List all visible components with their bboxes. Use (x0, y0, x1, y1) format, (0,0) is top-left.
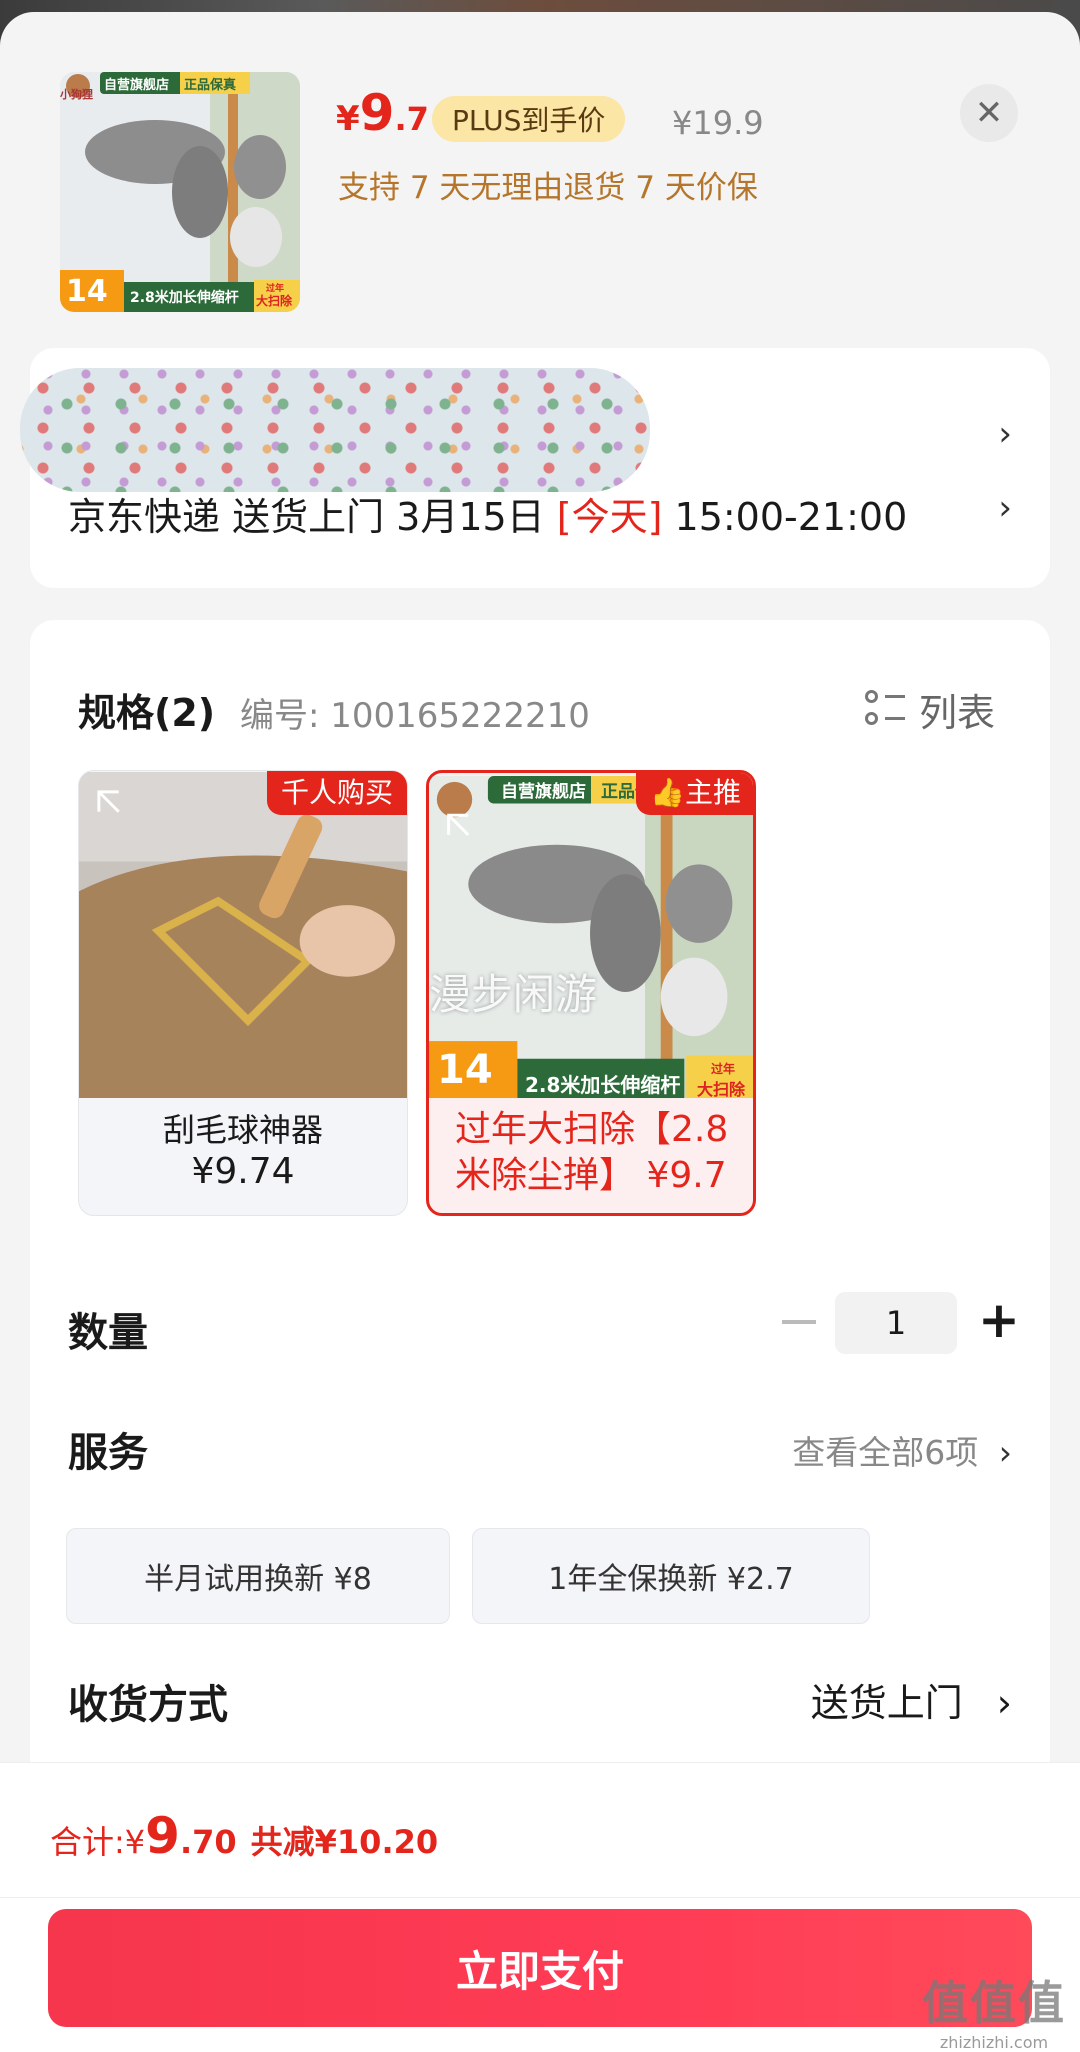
list-toggle-label: 列表 (919, 691, 996, 735)
thumb-genuine-badge: 正品保真 (184, 78, 237, 93)
purchase-sheet: 小狗狸 自营旗舰店 正品保真 14 2.8米加长伸缩杆 过年 大扫除 ¥ 9 .… (0, 12, 1080, 2052)
chevron-right-icon: › (996, 1681, 1012, 1725)
plus-price-badge: PLUS到手价 (432, 96, 626, 142)
list-view-toggle[interactable]: 列表 (865, 682, 995, 737)
delivery-info[interactable]: 京东快递 送货上门 3月15日 [今天] 15:00-21:00 (68, 486, 907, 541)
thumb-promo: 大扫除 (256, 294, 293, 308)
total-integer: 9 (145, 1807, 180, 1865)
thumbs-up-icon: 👍 (650, 776, 685, 809)
option-tag: 千人购买 (266, 771, 407, 815)
product-thumbnail[interactable]: 小狗狸 自营旗舰店 正品保真 14 2.8米加长伸缩杆 过年 大扫除 (60, 72, 300, 312)
product-price: ¥ 9 .7 (336, 84, 429, 142)
option-tag-label: 主推 (684, 776, 741, 809)
option-name: 刮毛球神器 (162, 1111, 323, 1149)
close-button[interactable]: ✕ (960, 84, 1018, 142)
option-image-caption: 2.8米加长伸缩杆 (525, 1073, 681, 1097)
chevron-right-icon: › (998, 1433, 1012, 1472)
watermark-url: zhizhizhi.com (939, 2033, 1049, 2052)
quantity-decrement-button[interactable] (782, 1320, 816, 1324)
pay-now-button[interactable]: 立即支付 (48, 1909, 1032, 2027)
delivery-today: [今天] (556, 495, 663, 539)
close-icon: ✕ (974, 93, 1004, 133)
service-chip-trial[interactable]: 半月试用换新 ¥8 (66, 1528, 450, 1624)
product-code: 编号: 100165222210 (240, 696, 590, 736)
receive-method-selector[interactable]: 送货上门 › (811, 1672, 1012, 1727)
chevron-right-icon: › (998, 488, 1012, 528)
price-decimal: .7 (394, 100, 429, 138)
receive-method-value: 送货上门 (810, 1681, 963, 1725)
checkout-bar: 合计: ¥ 9 .70 共减¥10.20 立即支付 值值值 zhizhizhi.… (0, 1762, 1080, 2052)
image-watermark: 漫步闲游 (429, 970, 598, 1019)
delivery-time: 15:00-21:00 (662, 495, 908, 539)
option-price-tag: 14 (437, 1047, 493, 1093)
spec-option-lint-remover[interactable]: 千人购买 刮毛球神器 ¥9.74 (78, 770, 408, 1216)
option-promo-small: 过年 (711, 1062, 736, 1076)
quantity-increment-button[interactable]: + (978, 1290, 1020, 1350)
thumb-brand: 小狗狸 (60, 88, 93, 101)
watermark-logo: 值值值 (922, 1976, 1066, 2030)
total-discount: 共减¥10.20 (250, 1823, 439, 1861)
receive-method-label: 收货方式 (68, 1682, 228, 1728)
divider (0, 1897, 1080, 1898)
option-label: 过年大扫除【2.8米除尘掸】 ¥9.7 (455, 1109, 729, 1196)
thumb-price-tag: 14 (66, 274, 108, 309)
site-watermark: 值值值 zhizhizhi.com (922, 1967, 1066, 2052)
total-decimal: .70 (179, 1823, 237, 1861)
original-price: ¥19.9 (672, 104, 764, 142)
spec-option-duster[interactable]: 自营旗舰店 正品保真 14 2.8米加长伸缩杆 过年 大扫除 👍主推 漫步闲游 … (426, 770, 756, 1216)
option-promo: 大扫除 (697, 1080, 746, 1099)
option-tag: 👍主推 (636, 773, 753, 815)
price-integer: 9 (359, 84, 395, 142)
thumb-caption: 2.8米加长伸缩杆 (130, 290, 239, 306)
option-image (79, 771, 407, 1099)
delivery-prefix: 京东快递 送货上门 3月15日 (68, 495, 557, 539)
total-label: 合计: (50, 1823, 125, 1861)
list-icon (865, 689, 905, 730)
service-view-all[interactable]: 查看全部6项 › (792, 1426, 1012, 1474)
quantity-input[interactable]: 1 (835, 1292, 957, 1354)
order-total: 合计: ¥ 9 .70 共减¥10.20 (50, 1807, 438, 1865)
option-store-badge: 自营旗舰店 (501, 782, 586, 802)
chevron-right-icon: › (998, 414, 1012, 454)
option-price: ¥9.74 (191, 1151, 295, 1192)
return-guarantee: 支持 7 天无理由退货 7 天价保 (338, 170, 758, 206)
price-currency: ¥ (336, 99, 360, 139)
address-redacted (20, 368, 650, 492)
address-card[interactable]: › 京东快递 送货上门 3月15日 [今天] 15:00-21:00 › (20, 348, 1050, 588)
service-label: 服务 (68, 1430, 148, 1476)
service-chip-warranty[interactable]: 1年全保换新 ¥2.7 (472, 1528, 870, 1624)
option-label: 刮毛球神器 ¥9.74 (79, 1109, 407, 1193)
total-currency: ¥ (124, 1823, 146, 1861)
quantity-label: 数量 (68, 1310, 148, 1356)
thumb-store-badge: 自营旗舰店 (104, 78, 170, 93)
service-view-all-label: 查看全部6项 (792, 1433, 979, 1472)
spec-title: 规格(2) (78, 691, 216, 735)
